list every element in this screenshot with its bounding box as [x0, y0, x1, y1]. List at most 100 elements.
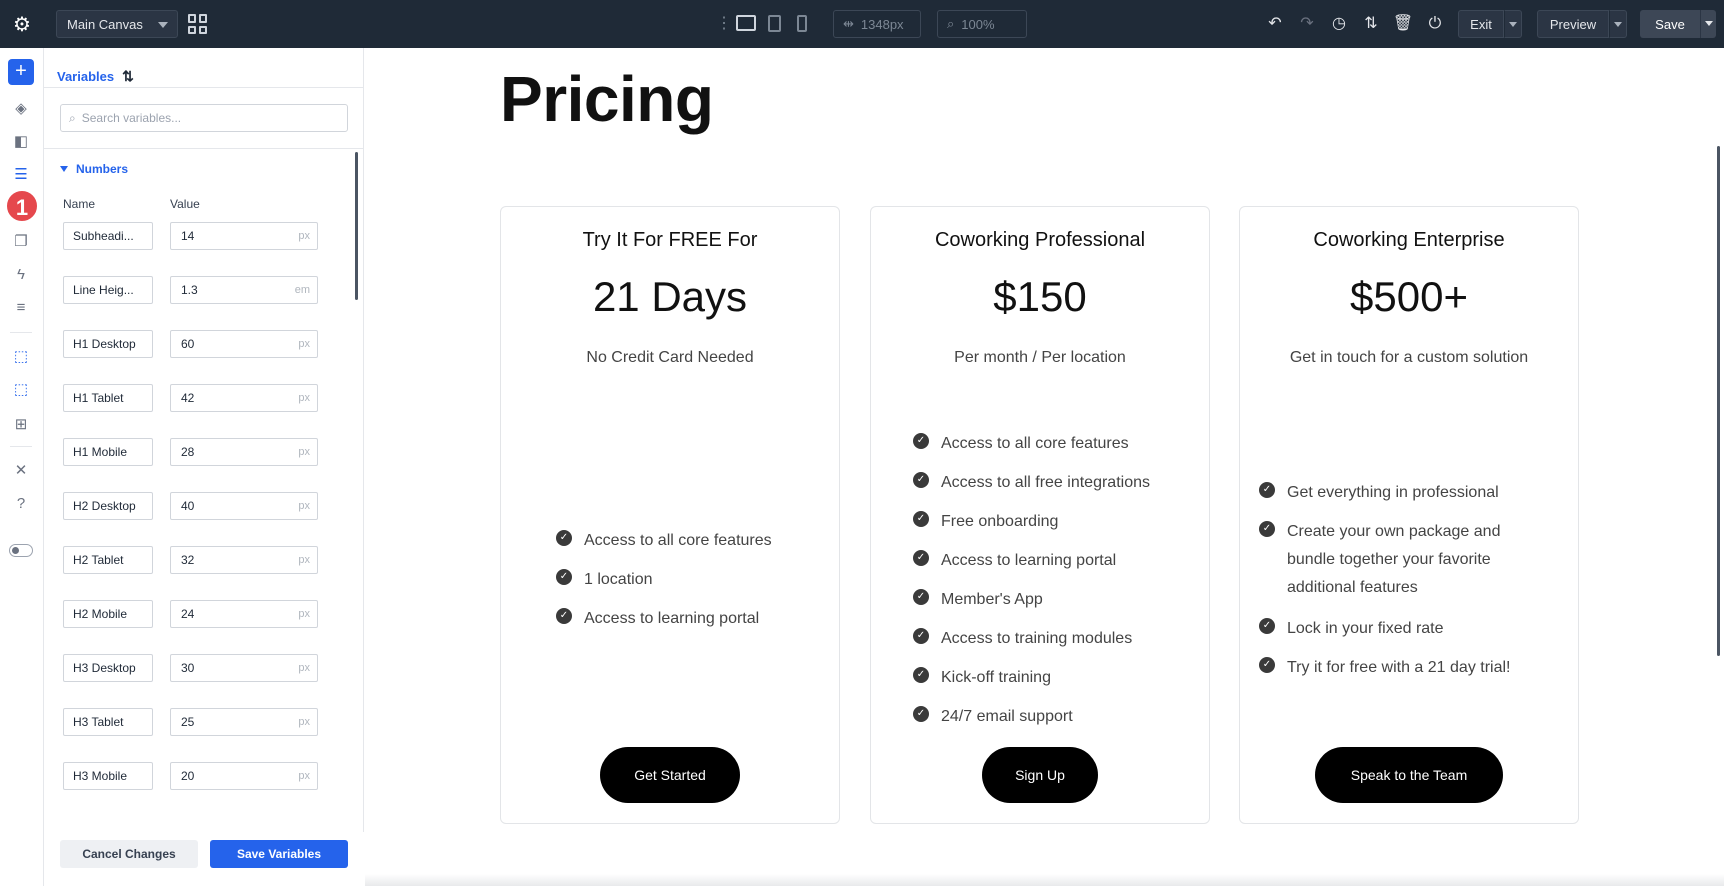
- variable-name-field[interactable]: H1 Desktop: [63, 330, 153, 358]
- panel-scrollbar[interactable]: [355, 152, 358, 300]
- variable-row: H3 Tablet 25 px: [44, 708, 364, 736]
- sign-up-button[interactable]: Sign Up: [982, 747, 1098, 803]
- variable-value-field[interactable]: 25 px: [170, 708, 318, 736]
- trash-icon[interactable]: 🗑: [1392, 12, 1414, 36]
- search-input[interactable]: [81, 111, 322, 125]
- variable-value-field[interactable]: 28 px: [170, 438, 318, 466]
- zoom-field[interactable]: ⌕ 100%: [937, 10, 1027, 38]
- variable-name-field[interactable]: H3 Mobile: [63, 762, 153, 790]
- variable-value-field[interactable]: 20 px: [170, 762, 318, 790]
- variable-unit[interactable]: em: [295, 284, 310, 296]
- desktop-view-icon[interactable]: [736, 15, 756, 31]
- pricing-card-enterprise[interactable]: Coworking Enterprise $500+ Get in touch …: [1239, 206, 1579, 824]
- template-settings-icon[interactable]: ⊞: [10, 414, 32, 436]
- pricing-card-free[interactable]: Try It For FREE For 21 Days No Credit Ca…: [500, 206, 840, 824]
- save-variables-button[interactable]: Save Variables: [210, 840, 348, 868]
- variable-value-field[interactable]: 24 px: [170, 600, 318, 628]
- pricing-card-professional[interactable]: Coworking Professional $150 Per month / …: [870, 206, 1210, 824]
- variable-unit[interactable]: px: [298, 554, 310, 566]
- divider: [44, 148, 364, 149]
- variable-value-field[interactable]: 42 px: [170, 384, 318, 412]
- variable-value: 14: [181, 229, 195, 243]
- redo-icon[interactable]: ↷: [1296, 12, 1318, 36]
- undo-icon[interactable]: ↶: [1264, 12, 1286, 36]
- tools-icon[interactable]: ✕: [10, 460, 32, 482]
- group-numbers[interactable]: Numbers: [60, 162, 128, 176]
- phone-view-icon[interactable]: [797, 15, 807, 32]
- lightning-icon[interactable]: ϟ: [10, 264, 32, 286]
- variable-value-field[interactable]: 40 px: [170, 492, 318, 520]
- layers-icon[interactable]: ◈: [10, 98, 32, 120]
- variable-value-field[interactable]: 32 px: [170, 546, 318, 574]
- check-circle-icon: ✓: [913, 589, 929, 605]
- history-icon[interactable]: ◷: [1328, 12, 1350, 36]
- settings-gear-icon[interactable]: ⚙: [0, 0, 44, 48]
- preview-button[interactable]: Preview: [1537, 10, 1609, 38]
- variable-value-field[interactable]: 14 px: [170, 222, 318, 250]
- select-element-icon[interactable]: ⬚: [10, 346, 32, 368]
- power-icon[interactable]: ⏻: [1424, 12, 1446, 36]
- variable-row: H2 Tablet 32 px: [44, 546, 364, 574]
- variable-name-field[interactable]: H3 Desktop: [63, 654, 153, 682]
- variable-name-field[interactable]: H2 Desktop: [63, 492, 153, 520]
- search-icon: ⌕: [69, 110, 76, 125]
- feature-item: ✓ Access to all core features: [913, 430, 1129, 458]
- more-options-icon[interactable]: ⋮: [716, 14, 732, 34]
- get-started-button[interactable]: Get Started: [600, 747, 740, 803]
- pages-icon[interactable]: ❐: [10, 231, 32, 253]
- variable-unit[interactable]: px: [298, 500, 310, 512]
- text-lines-icon[interactable]: ≡: [10, 297, 32, 319]
- feature-item: ✓ Kick-off training: [913, 664, 1051, 692]
- variable-row: H3 Mobile 20 px: [44, 762, 364, 790]
- variable-name-field[interactable]: H3 Tablet: [63, 708, 153, 736]
- exit-dropdown-caret[interactable]: [1504, 10, 1522, 38]
- variable-unit[interactable]: px: [298, 446, 310, 458]
- canvas-scrollbar[interactable]: [1717, 146, 1720, 656]
- zoom-icon: ⌕: [947, 16, 955, 31]
- variable-name-field[interactable]: Subheadi...: [63, 222, 153, 250]
- grid-layout-icon[interactable]: [188, 14, 208, 34]
- variable-value: 42: [181, 391, 195, 405]
- save-dropdown-caret[interactable]: [1700, 10, 1716, 38]
- variable-value: 1.3: [181, 283, 198, 297]
- variable-unit[interactable]: px: [298, 230, 310, 242]
- check-circle-icon: ✓: [913, 472, 929, 488]
- help-icon[interactable]: ?: [10, 493, 32, 515]
- variable-value-field[interactable]: 30 px: [170, 654, 318, 682]
- zoom-value: 100%: [961, 16, 995, 32]
- sort-icon[interactable]: ⇅: [1360, 12, 1382, 36]
- variable-name-field[interactable]: H2 Tablet: [63, 546, 153, 574]
- sort-icon[interactable]: ⇅: [122, 68, 134, 85]
- cancel-changes-button[interactable]: Cancel Changes: [60, 840, 198, 868]
- check-circle-icon: ✓: [1259, 521, 1275, 537]
- exit-button[interactable]: Exit: [1458, 10, 1504, 38]
- tab-variables[interactable]: Variables ⇅: [44, 56, 134, 96]
- select-multiple-icon[interactable]: ⬚: [10, 379, 32, 401]
- variable-value-field[interactable]: 60 px: [170, 330, 318, 358]
- tablet-view-icon[interactable]: [768, 15, 781, 32]
- variable-value-field[interactable]: 1.3 em: [170, 276, 318, 304]
- canvas-width-field[interactable]: ⇹ 1348px: [833, 10, 921, 38]
- preview-dropdown-caret[interactable]: [1609, 10, 1627, 38]
- feature-item: ✓ Try it for free with a 21 day trial!: [1259, 654, 1529, 682]
- variable-name-field[interactable]: H1 Tablet: [63, 384, 153, 412]
- variable-unit[interactable]: px: [298, 716, 310, 728]
- page-title[interactable]: Pricing: [500, 62, 714, 136]
- variable-unit[interactable]: px: [298, 770, 310, 782]
- variable-name-field[interactable]: Line Heig...: [63, 276, 153, 304]
- variable-unit[interactable]: px: [298, 392, 310, 404]
- variable-value: 25: [181, 715, 195, 729]
- mode-toggle[interactable]: [9, 544, 33, 557]
- database-variables-icon[interactable]: ☰: [10, 164, 32, 186]
- variable-unit[interactable]: px: [298, 338, 310, 350]
- variable-unit[interactable]: px: [298, 662, 310, 674]
- variable-name-field[interactable]: H1 Mobile: [63, 438, 153, 466]
- variable-name-field[interactable]: H2 Mobile: [63, 600, 153, 628]
- search-variables-field[interactable]: ⌕: [60, 104, 348, 132]
- design-icon[interactable]: ◧: [10, 131, 32, 153]
- save-button[interactable]: Save: [1640, 10, 1700, 38]
- speak-to-team-button[interactable]: Speak to the Team: [1315, 747, 1503, 803]
- add-element-icon[interactable]: +: [8, 59, 34, 85]
- variable-unit[interactable]: px: [298, 608, 310, 620]
- canvas-select[interactable]: Main Canvas: [56, 10, 178, 38]
